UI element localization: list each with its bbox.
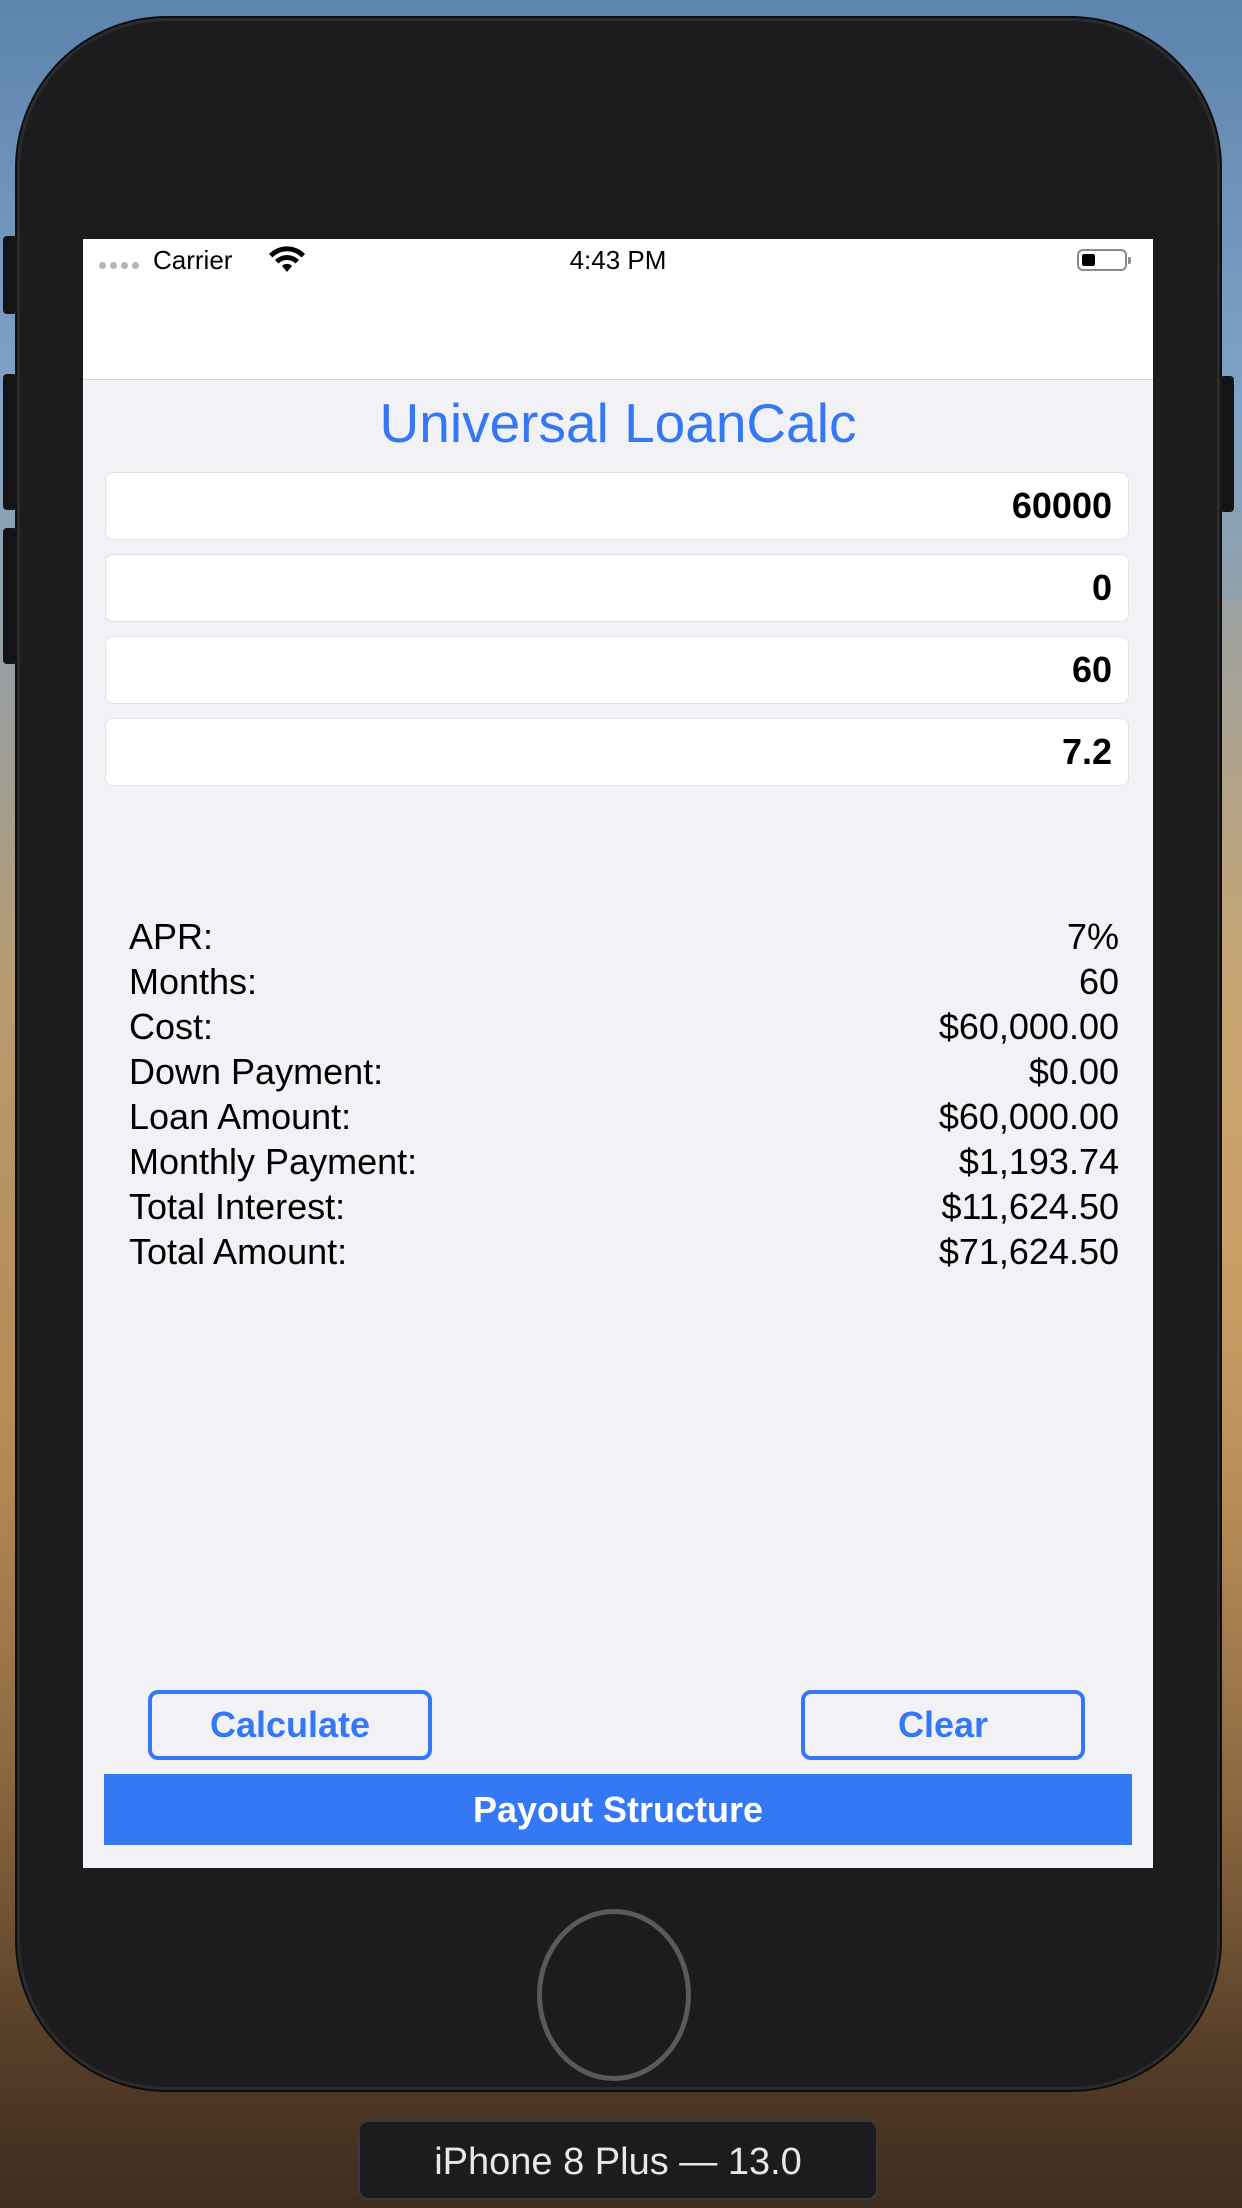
months-input[interactable]	[105, 636, 1129, 704]
app-screen: Carrier 4:43 PM Universal LoanCalc APR: …	[83, 239, 1153, 1868]
result-value: $0.00	[1028, 1051, 1119, 1092]
payout-structure-button[interactable]: Payout Structure	[104, 1774, 1132, 1845]
result-value: 60	[1078, 961, 1119, 1002]
result-label: Cost:	[129, 1006, 214, 1047]
result-row-total-amount: Total Amount: $71,624.50	[129, 1231, 1119, 1276]
result-label: Total Amount:	[129, 1231, 348, 1272]
mute-switch	[3, 236, 17, 314]
result-value: 7%	[1066, 916, 1119, 957]
result-label: Monthly Payment:	[129, 1141, 418, 1182]
battery-icon	[1077, 249, 1131, 271]
result-value: $60,000.00	[938, 1096, 1119, 1137]
page-title: Universal LoanCalc	[379, 392, 857, 454]
result-value: $11,624.50	[941, 1186, 1119, 1227]
home-button[interactable]	[537, 1909, 691, 2081]
status-bar: Carrier 4:43 PM	[83, 239, 1153, 380]
result-row-apr: APR: 7%	[129, 916, 1119, 961]
result-label: APR:	[129, 916, 214, 957]
result-row-cost: Cost: $60,000.00	[129, 1006, 1119, 1051]
power-button	[1220, 376, 1234, 512]
simulator-device-label: iPhone 8 Plus — 13.0	[358, 2120, 878, 2200]
status-time: 4:43 PM	[569, 245, 667, 275]
result-label: Months:	[129, 961, 258, 1002]
status-row: Carrier 4:43 PM	[83, 239, 1153, 281]
clear-button[interactable]: Clear	[801, 1690, 1085, 1760]
result-value: $60,000.00	[938, 1006, 1119, 1047]
result-label: Loan Amount:	[129, 1096, 352, 1137]
volume-down-button	[3, 528, 17, 664]
result-value: $71,624.50	[938, 1231, 1119, 1272]
result-row-months: Months: 60	[129, 961, 1119, 1006]
volume-up-button	[3, 374, 17, 510]
cost-input[interactable]	[105, 472, 1129, 540]
result-row-loan-amount: Loan Amount: $60,000.00	[129, 1096, 1119, 1141]
result-row-total-interest: Total Interest: $11,624.50	[129, 1186, 1119, 1231]
calculate-button[interactable]: Calculate	[148, 1690, 432, 1760]
result-label: Down Payment:	[129, 1051, 384, 1092]
result-row-monthly-payment: Monthly Payment: $1,193.74	[129, 1141, 1119, 1186]
result-value: $1,193.74	[958, 1141, 1119, 1182]
interest-rate-input[interactable]	[105, 718, 1129, 786]
result-row-down-payment: Down Payment: $0.00	[129, 1051, 1119, 1096]
down-payment-input[interactable]	[105, 554, 1129, 622]
result-label: Total Interest:	[129, 1186, 346, 1227]
